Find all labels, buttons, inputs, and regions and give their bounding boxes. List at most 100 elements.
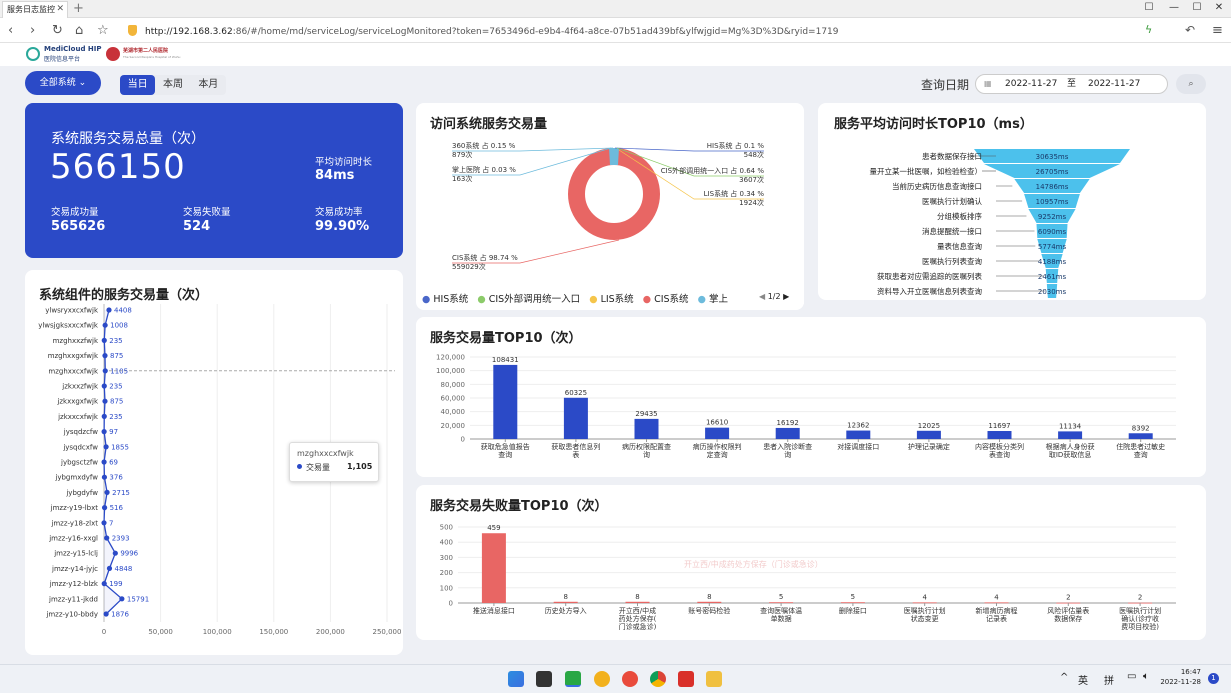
windows-start-icon[interactable] bbox=[508, 671, 524, 687]
search-button[interactable]: ⌕ bbox=[1176, 74, 1206, 94]
close-window-button[interactable]: ✕ bbox=[1210, 2, 1228, 13]
window-menu-icon[interactable]: ☐ bbox=[1140, 2, 1158, 13]
x-tick-label: 250,000 bbox=[373, 628, 402, 636]
top10-card: 服务交易量TOP10（次） 0 20,000 40,000 60,000 80,000 1… bbox=[416, 317, 1206, 477]
ghost-tooltip: 开立西/中成药处方保存（门诊或急诊） bbox=[684, 560, 823, 569]
bookmark-star-icon[interactable]: ☆ bbox=[97, 23, 109, 38]
network-icon[interactable]: ▭ bbox=[1127, 671, 1136, 682]
reload-icon[interactable]: ↻ bbox=[52, 23, 63, 38]
x-tick-label: 病历操作权限判 bbox=[693, 442, 742, 451]
ime-indicator[interactable]: 拼 bbox=[1104, 672, 1114, 687]
funnel-category-label: 分组模板排序 bbox=[937, 211, 982, 221]
notification-badge[interactable]: 1 bbox=[1208, 673, 1219, 684]
clock-date[interactable]: 2022-11-28 bbox=[1158, 678, 1201, 686]
bar-value-label: 2 bbox=[1138, 594, 1142, 602]
bar-value-label: 60325 bbox=[565, 389, 587, 397]
new-tab-button[interactable]: + bbox=[73, 0, 84, 17]
bar bbox=[697, 601, 722, 603]
tab-month[interactable]: 本月 bbox=[191, 75, 226, 95]
y-tick-label: 20,000 bbox=[441, 422, 466, 430]
funnel-value-label: 10957ms bbox=[1036, 198, 1069, 206]
data-label: 15791 bbox=[127, 595, 149, 603]
bar-value-label: 4 bbox=[994, 593, 999, 601]
legend-lis[interactable]: ● LIS系统 bbox=[589, 294, 633, 305]
chevron-up-icon[interactable]: ^ bbox=[1060, 672, 1068, 683]
avg-value: 84ms bbox=[315, 168, 355, 183]
y-tick-label: jmzz-y18-zlxt bbox=[50, 519, 98, 527]
x-tick-label: 开立西/中成 bbox=[619, 606, 656, 615]
data-point bbox=[103, 611, 109, 617]
app-colorful-icon[interactable] bbox=[622, 671, 638, 687]
system-select[interactable]: 全部系统 ⌄ bbox=[25, 71, 101, 95]
legend-his[interactable]: ● HIS系统 bbox=[422, 294, 468, 305]
tab-week[interactable]: 本周 bbox=[155, 75, 190, 95]
tab-title: 服务日志监控 bbox=[7, 5, 55, 14]
data-label: 875 bbox=[110, 398, 123, 406]
legend-cis[interactable]: ● CIS系统 bbox=[643, 294, 689, 305]
pie-label-count: 163次 bbox=[452, 174, 472, 183]
x-tick-label: 状态变更 bbox=[911, 614, 939, 623]
x-tick-label: 单数据 bbox=[771, 614, 792, 623]
back-icon[interactable]: ‹ bbox=[8, 23, 13, 38]
legend-his-label: HIS系统 bbox=[433, 294, 469, 305]
data-label: 69 bbox=[109, 459, 118, 467]
date-range-picker[interactable]: ▦ 2022-11-27 至 2022-11-27 bbox=[975, 74, 1168, 94]
maximize-button[interactable]: ☐ bbox=[1188, 2, 1206, 13]
x-tick-label: 获取危急值报告 bbox=[481, 442, 530, 451]
browser-app-icon[interactable] bbox=[565, 671, 581, 687]
bar bbox=[705, 427, 730, 439]
tab-today[interactable]: 当日 bbox=[120, 75, 156, 95]
x-tick-label: 患者入院诊断查 bbox=[763, 442, 812, 451]
data-point bbox=[101, 459, 107, 465]
funnel-value-label: 26705ms bbox=[1036, 168, 1069, 176]
bar bbox=[1128, 433, 1153, 439]
summary-card: 系统服务交易总量（次） 566150 平均访问时长 84ms 交易成功量 565… bbox=[25, 103, 403, 258]
task-view-icon[interactable] bbox=[536, 671, 552, 687]
legend-next-icon[interactable]: ▶ bbox=[783, 292, 789, 301]
y-tick-label: 40,000 bbox=[441, 408, 466, 416]
x-tick-label: 账号密码检验 bbox=[688, 606, 730, 615]
close-tab-icon[interactable]: ✕ bbox=[56, 2, 64, 17]
hospital-sub: The Second People's Hospital of Wuhu bbox=[123, 55, 181, 59]
lang-indicator[interactable]: 英 bbox=[1078, 672, 1088, 687]
undo-icon[interactable]: ↶ bbox=[1185, 23, 1195, 37]
browser-menu-icon[interactable]: ≡ bbox=[1212, 23, 1223, 38]
funnel-category-label: 医嘱执行列表查询 bbox=[922, 256, 982, 266]
date-from[interactable]: 2022-11-27 bbox=[1005, 75, 1057, 93]
funnel-category-label: 资料导入开立医嘱信息列表查询 bbox=[877, 286, 982, 296]
y-tick-label: jmzz-y12-blzk bbox=[49, 580, 99, 588]
wps-icon[interactable] bbox=[678, 671, 694, 687]
y-tick-label: jzkxxgxfwjk bbox=[56, 398, 99, 406]
clock-time[interactable]: 16:47 bbox=[1163, 668, 1201, 676]
hospital-logo-icon bbox=[106, 47, 120, 61]
app-area: MediCloud HIP 医院信息平台 芜湖市第二人民医院 The Secon… bbox=[0, 44, 1231, 664]
url-text[interactable]: http://192.168.3.62:86/#/home/md/service… bbox=[145, 22, 839, 42]
chrome-icon[interactable] bbox=[650, 671, 666, 687]
data-point bbox=[104, 535, 110, 541]
bar-value-label: 11697 bbox=[988, 422, 1010, 430]
y-tick-label: mzghxxgxfwjk bbox=[48, 352, 99, 360]
legend-zhangshang[interactable]: ● 掌上 bbox=[698, 294, 728, 305]
fail-card: 服务交易失败量TOP10（次） 0 100 200 300 400 500 459 推送消息接… bbox=[416, 485, 1206, 640]
data-point bbox=[101, 474, 108, 480]
minimize-button[interactable]: — bbox=[1165, 2, 1183, 13]
pie-slice-cis bbox=[568, 148, 660, 240]
bar-value-label: 459 bbox=[487, 524, 500, 532]
chart-tooltip: mzghxxcxfwjk 交易量 1,105 bbox=[289, 442, 379, 482]
data-point bbox=[101, 581, 107, 587]
lightning-icon[interactable]: ϟ bbox=[1145, 23, 1152, 36]
home-icon[interactable]: ⌂ bbox=[75, 23, 83, 38]
app-yellow-icon[interactable] bbox=[594, 671, 610, 687]
volume-icon[interactable]: 🔈︎ bbox=[1143, 671, 1149, 682]
pie-label: CIS外部调用统一入口 占 0.64 % bbox=[661, 166, 765, 175]
forward-icon[interactable]: › bbox=[30, 23, 35, 38]
funnel-value-label: 4188ms bbox=[1038, 258, 1067, 266]
legend-cis-ext[interactable]: ● CIS外部调用统一入口 bbox=[477, 294, 580, 305]
x-tick-label: 数据保存 bbox=[1054, 614, 1082, 623]
browser-tab[interactable]: 服务日志监控 ✕ bbox=[2, 1, 68, 18]
legend-prev-icon[interactable]: ◀ bbox=[759, 292, 765, 301]
date-to[interactable]: 2022-11-27 bbox=[1088, 75, 1140, 93]
data-label: 9996 bbox=[120, 550, 138, 558]
success-label: 交易成功量 bbox=[51, 207, 99, 218]
folder-icon[interactable] bbox=[706, 671, 722, 687]
